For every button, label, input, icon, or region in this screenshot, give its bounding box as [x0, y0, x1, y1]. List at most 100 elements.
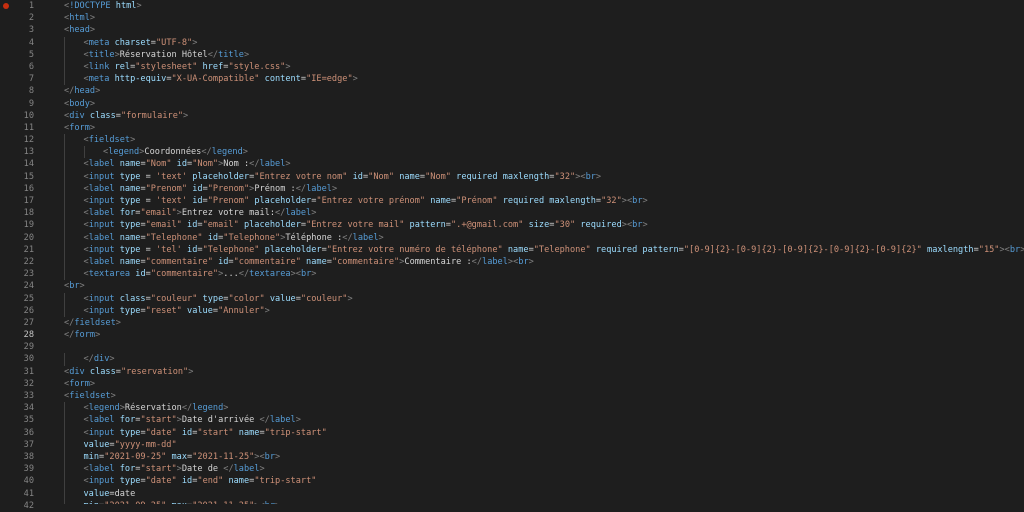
code-token: name — [114, 183, 141, 194]
line-number[interactable]: 37 — [0, 439, 56, 451]
line-number[interactable]: 35 — [0, 414, 56, 426]
code-area[interactable]: <!DOCTYPE html> <html> <head> <meta charset… — [56, 0, 1024, 504]
code-line[interactable]: </head> — [56, 85, 1024, 97]
line-number[interactable]: 36 — [0, 427, 56, 439]
line-number[interactable]: 15 — [0, 171, 56, 183]
line-number[interactable]: 38 — [0, 451, 56, 463]
code-token: name — [114, 232, 141, 243]
line-number[interactable]: 9 — [0, 98, 56, 110]
line-number[interactable]: 23 — [0, 268, 56, 280]
code-token: "yyyy-mm-dd" — [114, 439, 177, 450]
code-line[interactable]: <input type="date" id="start" name="trip… — [56, 426, 1024, 439]
code-token: Nom : — [223, 159, 250, 170]
line-number[interactable]: 17 — [0, 195, 56, 207]
line-number[interactable]: 6 — [0, 61, 56, 73]
code-line[interactable]: <fieldset> — [56, 390, 1024, 402]
line-number[interactable]: 19 — [0, 219, 56, 231]
code-token: br — [69, 281, 80, 292]
line-number[interactable]: 41 — [0, 488, 56, 500]
line-number[interactable]: 21 — [0, 244, 56, 256]
code-line[interactable]: <input type="email" id="email" placehold… — [56, 219, 1024, 232]
line-number[interactable]: 2 — [0, 12, 56, 24]
code-line[interactable]: <div class="formulaire"> — [56, 110, 1024, 122]
line-number[interactable]: 27 — [0, 317, 56, 329]
line-number[interactable]: 4 — [0, 37, 56, 49]
line-number[interactable]: 30 — [0, 353, 56, 365]
line-number[interactable]: 25 — [0, 293, 56, 305]
code-line[interactable]: <link rel="stylesheet" href="style.css"> — [56, 60, 1024, 74]
line-number[interactable]: 22 — [0, 256, 56, 268]
code-line[interactable]: min="2021-09-25" max="2021-11-25"><br> — [56, 450, 1024, 464]
line-number-gutter[interactable]: 1 2 3 4 5 6 7 8 9 10 11 12 13 14 15 16 17 18 19 20 21 22 23 24 2… — [0, 0, 56, 511]
code-token: !DOCTYPE — [69, 1, 111, 11]
code-line[interactable]: <legend>Coordonnées</legend> — [56, 146, 1024, 159]
line-number[interactable]: 11 — [0, 122, 56, 134]
line-number[interactable]: 24 — [0, 280, 56, 292]
code-line[interactable]: <!DOCTYPE html> — [56, 0, 1024, 12]
code-line[interactable]: <title>Réservation Hôtel</title> — [56, 48, 1024, 61]
code-line[interactable]: <label for="start">Date d'arrivée </labe… — [56, 414, 1024, 427]
code-token: Date de — [181, 464, 224, 475]
code-token: "stylesheet" — [135, 61, 198, 72]
code-line[interactable]: value=date — [56, 487, 1024, 500]
line-number[interactable]: 16 — [0, 183, 56, 195]
code-line[interactable]: <input type = 'text' placeholder="Entrez… — [56, 170, 1024, 183]
code-line[interactable]: <legend>Réservation</legend> — [56, 402, 1024, 415]
code-line[interactable]: <label name="Nom" id="Nom">Nom :</label> — [56, 158, 1024, 171]
code-editor[interactable]: 1 2 3 4 5 6 7 8 9 10 11 12 13 14 15 16 17 18 19 20 21 22 23 24 2… — [0, 0, 1024, 511]
code-line[interactable]: <label for="start">Date de </label> — [56, 463, 1024, 476]
line-number[interactable]: 28 — [0, 329, 56, 341]
breakpoint-icon[interactable] — [3, 3, 9, 9]
line-number[interactable]: 3 — [0, 24, 56, 36]
line-number[interactable]: 5 — [0, 49, 56, 61]
line-number[interactable]: 20 — [0, 232, 56, 244]
line-number[interactable]: 12 — [0, 134, 56, 146]
code-line[interactable]: <form> — [56, 122, 1024, 134]
line-number[interactable]: 33 — [0, 390, 56, 402]
line-number[interactable]: 26 — [0, 305, 56, 317]
code-line[interactable]: <input class="couleur" type="color" valu… — [56, 292, 1024, 305]
code-line[interactable]: <form> — [56, 378, 1024, 390]
code-line[interactable]: <body> — [56, 98, 1024, 110]
line-number[interactable]: 1 — [0, 0, 56, 12]
code-line[interactable] — [56, 341, 1024, 353]
line-number[interactable]: 7 — [0, 73, 56, 85]
code-token: > — [89, 25, 96, 36]
line-number[interactable]: 42 — [0, 500, 56, 512]
code-line[interactable]: </form> — [56, 329, 1024, 341]
code-token: name — [223, 476, 250, 487]
line-number[interactable]: 40 — [0, 475, 56, 487]
line-number[interactable]: 8 — [0, 85, 56, 97]
line-number[interactable]: 32 — [0, 378, 56, 390]
code-line[interactable]: <meta http-equiv="X-UA-Compatible" conte… — [56, 73, 1024, 86]
code-line[interactable]: <input type = 'text' id="Prenom" placeho… — [56, 195, 1024, 208]
code-line[interactable]: <label name="Prenom" id="Prenom">Prénom … — [56, 182, 1024, 195]
code-line[interactable]: <br> — [56, 280, 1024, 292]
code-line[interactable]: min="2021-09-25" max="2021-11-25"><br> — [56, 499, 1024, 504]
line-number[interactable]: 10 — [0, 110, 56, 122]
code-line[interactable]: <textarea id="commentaire">...</textarea… — [56, 268, 1024, 281]
code-line[interactable]: <label name="Telephone" id="Telephone">T… — [56, 231, 1024, 244]
line-number[interactable]: 34 — [0, 402, 56, 414]
code-line[interactable]: <html> — [56, 12, 1024, 24]
line-number[interactable]: 31 — [0, 366, 56, 378]
code-line[interactable]: <label name="commentaire" id="commentair… — [56, 255, 1024, 269]
code-line[interactable]: </div> — [56, 353, 1024, 366]
code-line[interactable]: <head> — [56, 24, 1024, 36]
line-number[interactable]: 39 — [0, 463, 56, 475]
code-line[interactable]: <input type = 'tel' id="Telephone" place… — [56, 243, 1024, 256]
code-line[interactable]: <input type="reset" value="Annuler"> — [56, 304, 1024, 317]
line-number[interactable]: 18 — [0, 207, 56, 219]
line-number[interactable]: 29 — [0, 341, 56, 353]
line-number[interactable]: 13 — [0, 146, 56, 158]
code-line[interactable]: </fieldset> — [56, 317, 1024, 329]
code-token: "Nom" — [368, 171, 395, 182]
code-line[interactable]: <label for="email">Entrez votre mail:</l… — [56, 207, 1024, 220]
code-line[interactable]: <meta charset="UTF-8"> — [56, 36, 1024, 49]
line-number[interactable]: 14 — [0, 158, 56, 170]
code-line[interactable]: <div class="reservation"> — [56, 366, 1024, 378]
code-line[interactable]: <fieldset> — [56, 134, 1024, 147]
code-line[interactable]: <input type="date" id="end" name="trip-s… — [56, 475, 1024, 488]
code-token: "[0-9]{2}-[0-9]{2}-[0-9]{2}-[0-9]{2}-[0-… — [683, 244, 922, 255]
code-line[interactable]: value="yyyy-mm-dd" — [56, 438, 1024, 451]
